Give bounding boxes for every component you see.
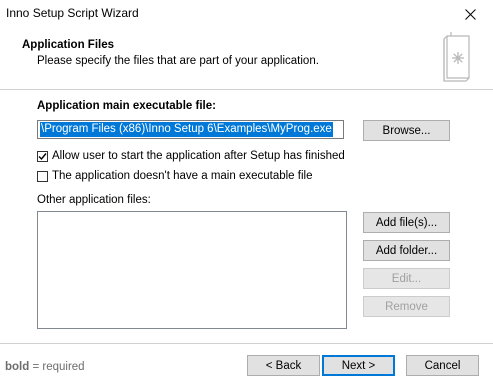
no-main-exe-label: The application doesn't have a main exec… xyxy=(52,170,313,182)
checkmark-icon xyxy=(38,152,47,160)
window-title: Inno Setup Script Wizard xyxy=(6,6,139,20)
next-button[interactable]: Next > xyxy=(322,355,395,376)
page-description: Please specify the files that are part o… xyxy=(37,55,319,67)
other-files-label: Other application files: xyxy=(37,194,151,206)
main-exe-value: \Program Files (x86)\Inno Setup 6\Exampl… xyxy=(40,122,333,137)
header-divider xyxy=(0,89,493,90)
wizard-page-icon xyxy=(443,32,470,82)
cancel-button[interactable]: Cancel xyxy=(406,355,479,376)
close-icon xyxy=(464,8,476,20)
allow-start-checkbox[interactable] xyxy=(37,150,48,162)
add-files-button[interactable]: Add file(s)... xyxy=(363,212,450,233)
footer-divider xyxy=(0,343,493,344)
close-button[interactable] xyxy=(447,0,493,28)
browse-button[interactable]: Browse... xyxy=(363,120,450,141)
required-hint-bold: bold xyxy=(5,361,30,373)
title-bar: Inno Setup Script Wizard xyxy=(0,0,493,28)
main-exe-label: Application main executable file: xyxy=(37,100,216,112)
remove-button[interactable]: Remove xyxy=(363,296,450,317)
other-files-list[interactable] xyxy=(37,211,347,329)
edit-button[interactable]: Edit... xyxy=(363,268,450,289)
wizard-header: Application Files Please specify the fil… xyxy=(0,28,493,90)
no-main-exe-checkbox[interactable] xyxy=(37,170,48,182)
no-main-exe-option[interactable]: The application doesn't have a main exec… xyxy=(37,170,312,182)
page-title: Application Files xyxy=(22,39,115,51)
main-exe-input[interactable]: \Program Files (x86)\Inno Setup 6\Exampl… xyxy=(37,120,344,139)
required-hint-text: = required xyxy=(29,361,85,373)
add-folder-button[interactable]: Add folder... xyxy=(363,240,450,261)
back-button[interactable]: < Back xyxy=(247,355,320,376)
wizard-window: Inno Setup Script Wizard Application Fil… xyxy=(0,0,493,385)
allow-start-option[interactable]: Allow user to start the application afte… xyxy=(37,150,345,162)
required-hint: bold = required xyxy=(5,361,85,373)
allow-start-label: Allow user to start the application afte… xyxy=(52,150,345,162)
